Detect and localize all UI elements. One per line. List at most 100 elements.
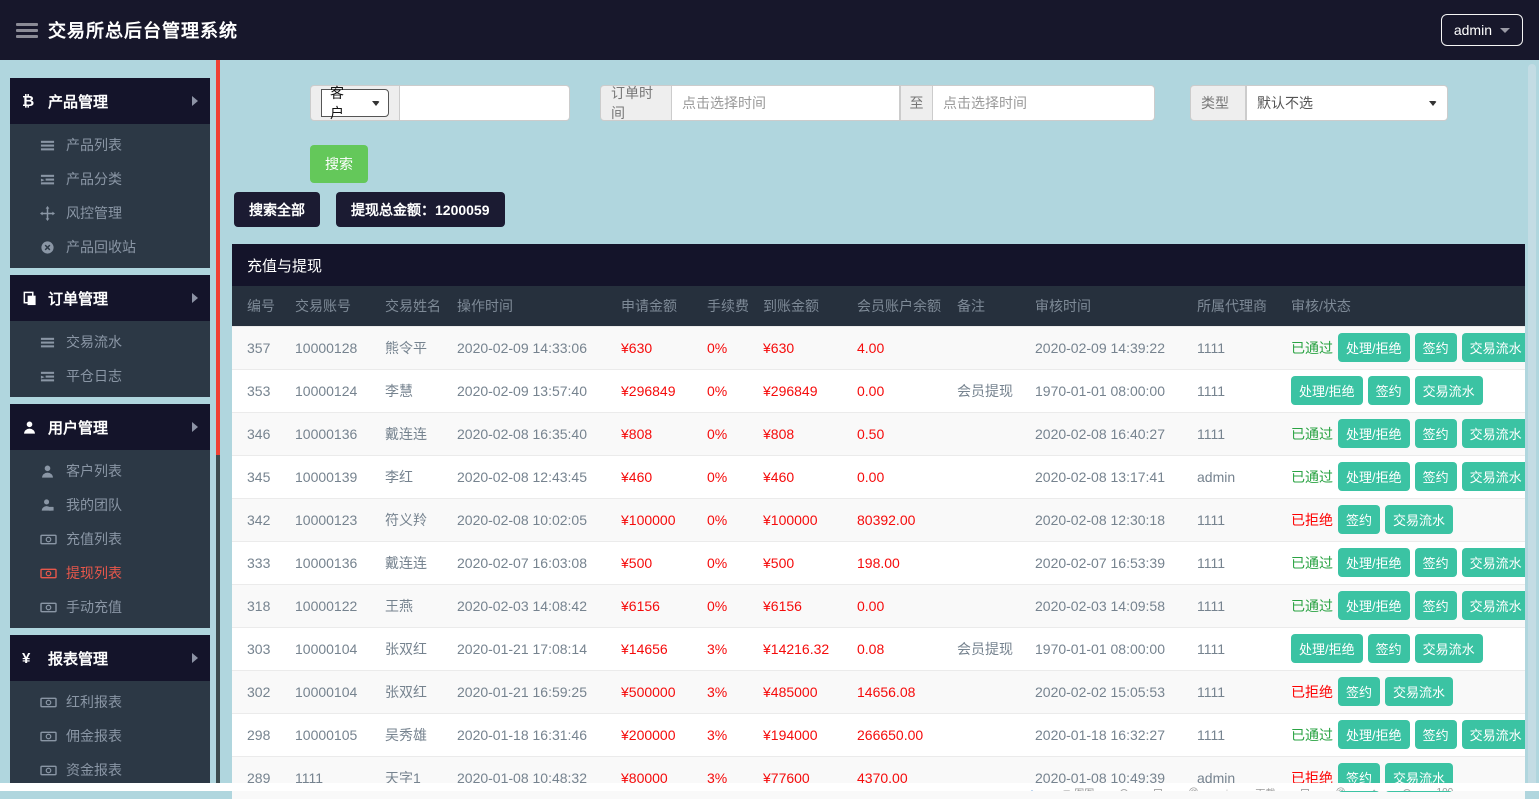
sidebar-section-header[interactable]: ¥ 报表管理 — [10, 635, 210, 681]
table-row: 30210000104张双红2020-01-21 16:59:25¥500000… — [232, 670, 1525, 713]
cell-balance: 198.00 — [842, 541, 942, 584]
action-button[interactable]: 签约 — [1415, 419, 1457, 448]
sidebar-section-header[interactable]: ₿ 产品管理 — [10, 78, 210, 124]
action-button[interactable]: 交易流水 — [1462, 333, 1525, 362]
action-button[interactable]: 签约 — [1415, 462, 1457, 491]
sidebar-item[interactable]: 红利报表 — [10, 685, 210, 719]
sidebar-item-label: 客户列表 — [66, 461, 122, 481]
action-button[interactable]: 签约 — [1415, 548, 1457, 577]
action-button[interactable]: 处理/拒绝 — [1338, 720, 1410, 749]
action-button[interactable]: 签约 — [1415, 333, 1457, 362]
time-to-input[interactable] — [933, 85, 1155, 121]
action-button[interactable]: 签约 — [1338, 677, 1380, 706]
keyword-input[interactable] — [400, 85, 570, 121]
app-title: 交易所总后台管理系统 — [48, 17, 238, 43]
cell-fee: 0% — [692, 541, 748, 584]
action-button[interactable]: 签约 — [1338, 505, 1380, 534]
hamburger-menu-icon[interactable] — [16, 20, 38, 41]
sidebar-section-header[interactable]: 用户管理 — [10, 404, 210, 450]
action-button[interactable]: 交易流水 — [1462, 548, 1525, 577]
cell-agent: 1111 — [1182, 670, 1276, 713]
cell-actions: 已通过处理/拒绝签约交易流水 — [1276, 713, 1525, 756]
action-button[interactable]: 处理/拒绝 — [1338, 333, 1410, 362]
recharge-withdraw-panel: 充值与提现 编号交易账号交易姓名操作时间申请金额手续费到账金额会员账户余额备注审… — [232, 244, 1525, 799]
sidebar-section-label: 用户管理 — [48, 417, 108, 438]
action-button[interactable]: 交易流水 — [1415, 376, 1483, 405]
cell-actions: 已通过处理/拒绝签约交易流水 — [1276, 455, 1525, 498]
sidebar-item[interactable]: 资金报表 — [10, 753, 210, 787]
cell-agent: 1111 — [1182, 412, 1276, 455]
cell-balance: 80392.00 — [842, 498, 942, 541]
cell-account: 10000122 — [280, 584, 370, 627]
cell-audit-time: 1970-01-01 08:00:00 — [1020, 369, 1182, 412]
sidebar-item[interactable]: 佣金报表 — [10, 719, 210, 753]
customer-select[interactable]: 客户 — [321, 89, 389, 117]
status-text: 已拒绝 — [1291, 512, 1333, 528]
copy-icon — [22, 291, 42, 306]
column-header: 审核/状态 — [1276, 286, 1525, 326]
sidebar-item[interactable]: 产品回收站 — [10, 230, 210, 264]
sidebar-item[interactable]: 交易流水 — [10, 325, 210, 359]
sidebar-item[interactable]: 平仓日志 — [10, 359, 210, 393]
withdraw-total-button[interactable]: 提现总金额：1200059 — [336, 192, 505, 227]
action-button[interactable]: 处理/拒绝 — [1338, 462, 1410, 491]
cell-name: 熊令平 — [370, 326, 442, 369]
cell-remark — [942, 670, 1020, 713]
action-button[interactable]: 处理/拒绝 — [1338, 591, 1410, 620]
sidebar-item[interactable]: 我的团队 — [10, 488, 210, 522]
table-row: 29810000105吴秀雄2020-01-18 16:31:46¥200000… — [232, 713, 1525, 756]
admin-user-dropdown[interactable]: admin — [1441, 14, 1523, 46]
sidebar-item[interactable]: 充值列表 — [10, 522, 210, 556]
action-button[interactable]: 交易流水 — [1462, 462, 1525, 491]
cell-balance: 0.50 — [842, 412, 942, 455]
status-text: 已通过 — [1291, 469, 1333, 485]
move-icon — [40, 205, 59, 221]
search-all-button[interactable]: 搜索全部 — [234, 192, 320, 227]
cell-remark — [942, 584, 1020, 627]
cell-fee: 0% — [692, 326, 748, 369]
cell-id: 318 — [232, 584, 280, 627]
cell-audit-time: 2020-02-08 12:30:18 — [1020, 498, 1182, 541]
action-button[interactable]: 交易流水 — [1385, 505, 1453, 534]
user-icon — [22, 420, 42, 435]
sidebar-item[interactable]: 产品分类 — [10, 162, 210, 196]
action-button[interactable]: 签约 — [1368, 634, 1410, 663]
sidebar-section: 用户管理 客户列表 我的团队 充值列表 提现列表 手动充值 — [10, 404, 210, 628]
action-button[interactable]: 交易流水 — [1462, 419, 1525, 448]
cell-balance: 4.00 — [842, 326, 942, 369]
sidebar-item[interactable]: 提现列表 — [10, 556, 210, 590]
action-button[interactable]: 处理/拒绝 — [1338, 548, 1410, 577]
cell-op-time: 2020-01-21 16:59:25 — [442, 670, 606, 713]
summary-bar: 搜索全部 提现总金额：1200059 — [234, 192, 1539, 227]
cell-account: 10000104 — [280, 627, 370, 670]
action-button[interactable]: 处理/拒绝 — [1291, 634, 1363, 663]
search-button[interactable]: 搜索 — [310, 145, 368, 183]
action-button[interactable]: 签约 — [1415, 591, 1457, 620]
cell-remark — [942, 756, 1020, 799]
sidebar-item-label: 手动充值 — [66, 597, 122, 617]
action-button[interactable]: 处理/拒绝 — [1338, 419, 1410, 448]
type-select[interactable]: 默认不选 — [1246, 85, 1448, 121]
sidebar-item[interactable]: 客户列表 — [10, 454, 210, 488]
cell-fee: 3% — [692, 627, 748, 670]
sidebar-scrollbar-thumb[interactable] — [216, 60, 220, 455]
sidebar-section-header[interactable]: 订单管理 — [10, 275, 210, 321]
time-from-input[interactable] — [672, 85, 900, 121]
page-scrollbar[interactable] — [1528, 64, 1536, 787]
cell-balance: 0.00 — [842, 369, 942, 412]
action-button[interactable]: 签约 — [1368, 376, 1410, 405]
type-label: 类型 — [1190, 85, 1246, 121]
sidebar-item[interactable]: 产品列表 — [10, 128, 210, 162]
bitcoin-icon: ₿ — [22, 93, 42, 110]
action-button[interactable]: 处理/拒绝 — [1291, 376, 1363, 405]
action-button[interactable]: 交易流水 — [1462, 720, 1525, 749]
sidebar-item[interactable]: 手动充值 — [10, 590, 210, 624]
action-button[interactable]: 交易流水 — [1385, 677, 1453, 706]
action-button[interactable]: 签约 — [1415, 720, 1457, 749]
action-button[interactable]: 交易流水 — [1462, 591, 1525, 620]
status-text: 已通过 — [1291, 555, 1333, 571]
cell-received: ¥460 — [748, 455, 842, 498]
sidebar-item[interactable]: 风控管理 — [10, 196, 210, 230]
action-button[interactable]: 交易流水 — [1415, 634, 1483, 663]
cell-audit-time: 2020-01-18 16:32:27 — [1020, 713, 1182, 756]
